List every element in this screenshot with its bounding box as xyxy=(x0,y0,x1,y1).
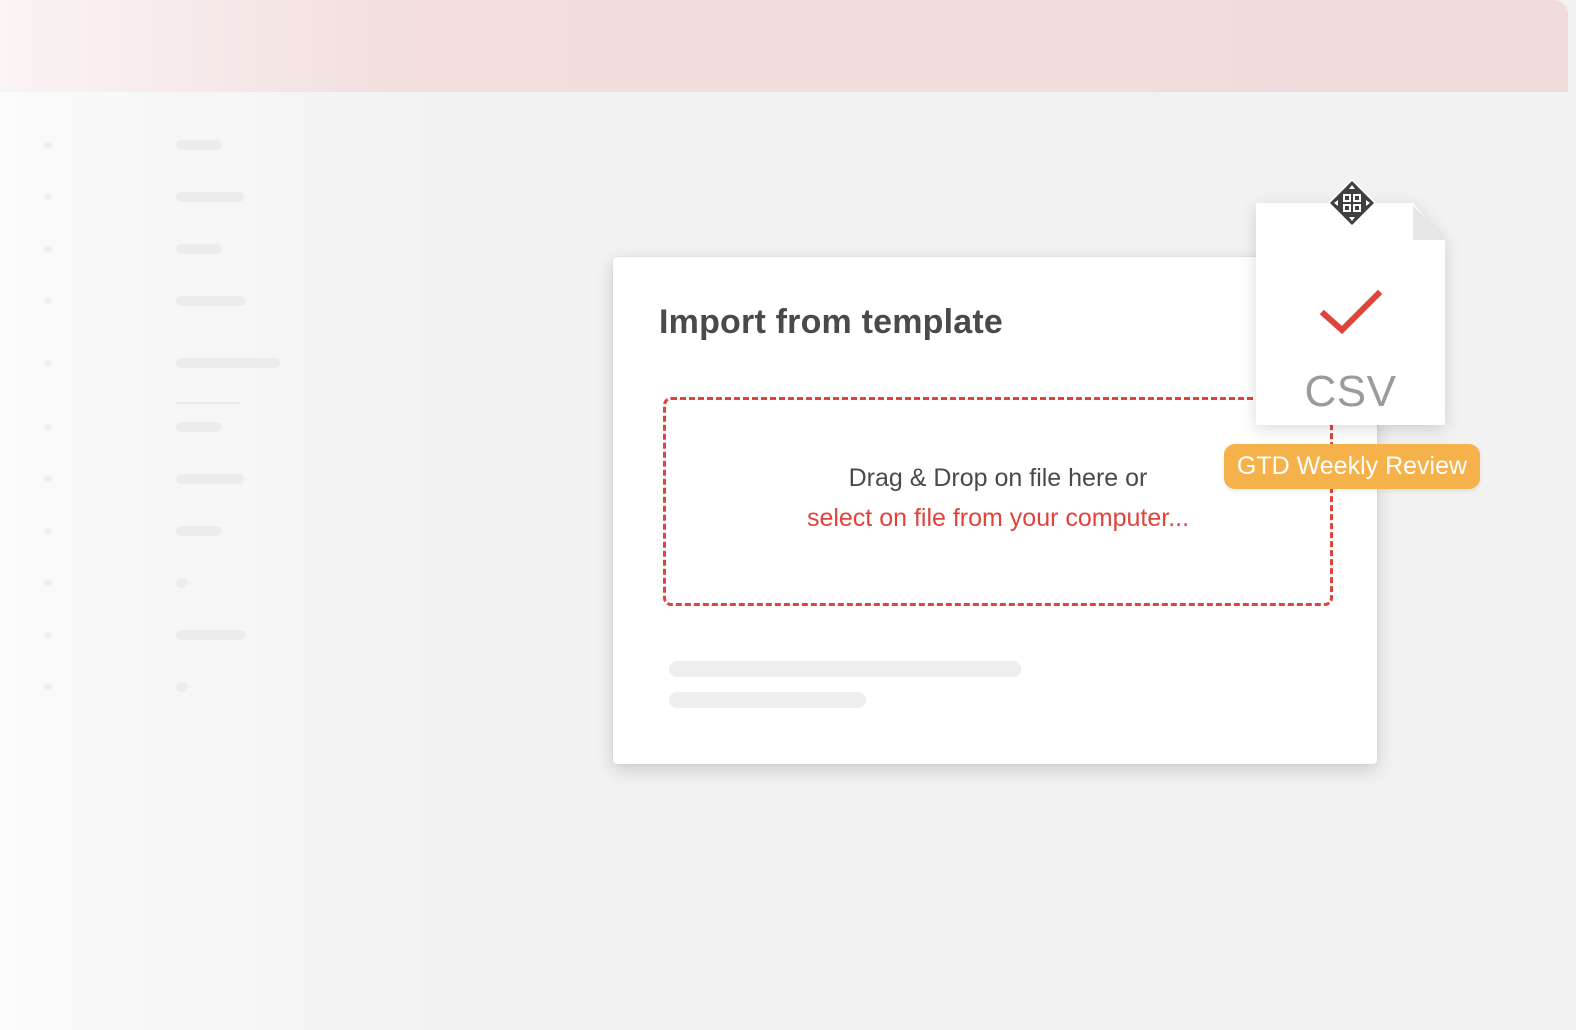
placeholder-line xyxy=(176,192,244,202)
divider xyxy=(176,402,240,404)
placeholder-line xyxy=(176,526,222,536)
placeholder-line xyxy=(176,244,222,254)
placeholder-line xyxy=(176,474,244,484)
list-item xyxy=(44,172,364,224)
list-bullet xyxy=(44,476,52,482)
list-item xyxy=(44,328,364,402)
list-bullet xyxy=(44,298,52,304)
placeholder-line xyxy=(176,682,188,692)
placeholder-line xyxy=(176,578,188,588)
list-bullet xyxy=(44,632,52,638)
list-bullet xyxy=(44,580,52,586)
list-bullet xyxy=(44,424,52,430)
list-item xyxy=(44,224,364,276)
file-dropzone[interactable]: Drag & Drop on file here or select on fi… xyxy=(663,397,1333,606)
list-item xyxy=(44,610,364,662)
placeholder-line xyxy=(176,630,246,640)
list-item xyxy=(44,402,364,454)
drop-prompt: Drag & Drop on file here or xyxy=(848,464,1148,492)
loading-placeholder xyxy=(669,692,866,708)
file-fold-corner xyxy=(1413,203,1445,240)
list-bullet xyxy=(44,528,52,534)
list-bullet xyxy=(44,246,52,252)
dialog-title: Import from template xyxy=(659,303,1004,341)
move-cursor-icon xyxy=(1327,178,1377,228)
placeholder-line xyxy=(176,358,280,368)
list-item xyxy=(44,120,364,172)
loading-placeholder xyxy=(669,661,1021,677)
list-item xyxy=(44,276,364,328)
template-tag-badge: GTD Weekly Review xyxy=(1224,444,1480,489)
file-type-label: CSV xyxy=(1304,367,1397,416)
header-band xyxy=(0,0,1568,92)
placeholder-line xyxy=(176,140,222,150)
list-item xyxy=(44,506,364,558)
faded-sidebar-list xyxy=(44,120,364,714)
placeholder-line xyxy=(176,296,246,306)
checkmark-icon xyxy=(1319,289,1383,335)
list-item xyxy=(44,662,364,714)
list-bullet xyxy=(44,360,52,366)
placeholder-line xyxy=(176,422,222,432)
list-item xyxy=(44,454,364,506)
list-bullet xyxy=(44,194,52,200)
select-file-link[interactable]: select on file from your computer... xyxy=(666,498,1330,538)
list-bullet xyxy=(44,684,52,690)
list-item xyxy=(44,558,364,610)
list-bullet xyxy=(44,142,52,148)
